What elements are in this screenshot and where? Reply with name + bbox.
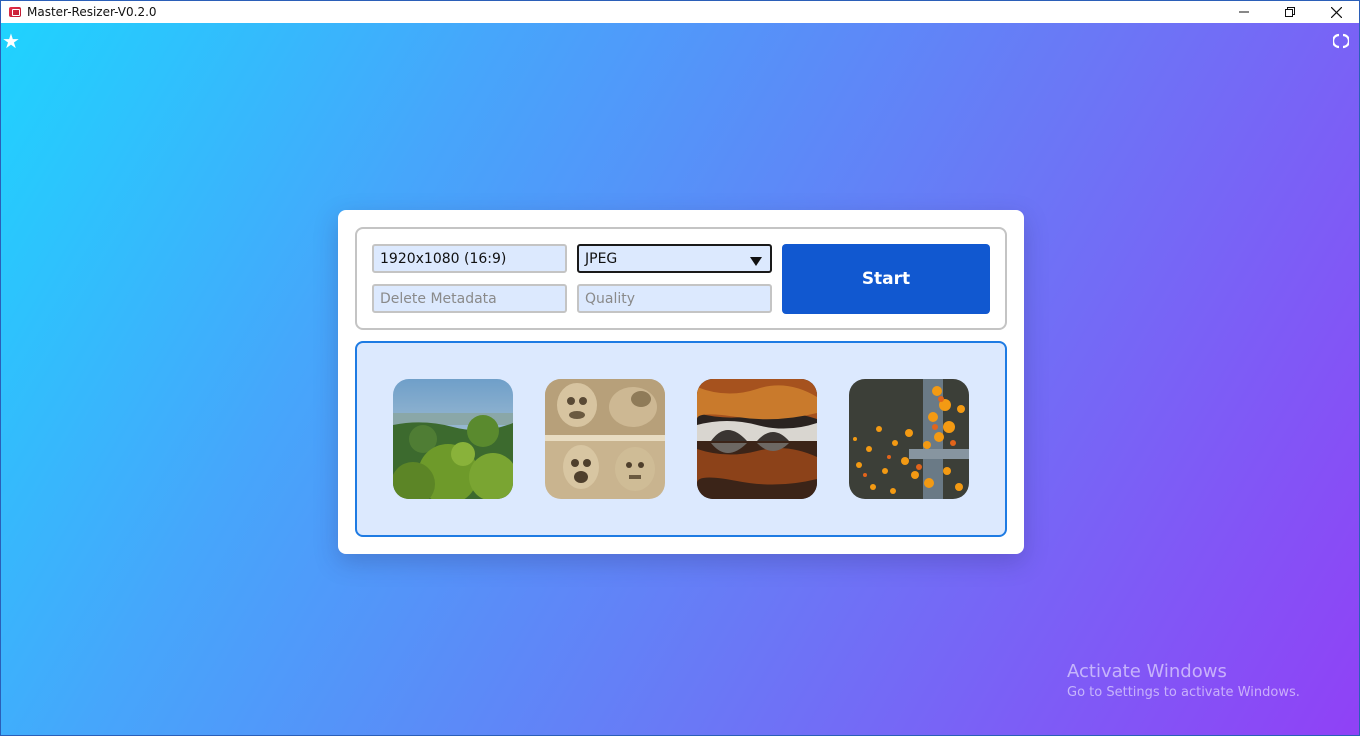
star-icon[interactable]: ★ — [2, 31, 20, 51]
image-thumbnail-bridge[interactable] — [697, 379, 817, 499]
minimize-icon — [1239, 11, 1249, 13]
close-icon — [1330, 6, 1342, 18]
restore-icon — [1285, 7, 1295, 17]
watermark-title: Activate Windows — [1067, 661, 1227, 682]
image-thumbnail-flowers[interactable] — [849, 379, 969, 499]
format-select[interactable]: JPEG — [577, 244, 772, 273]
activation-watermark: Activate Windows Go to Settings to activ… — [1067, 661, 1300, 703]
minimize-button[interactable] — [1221, 1, 1267, 23]
start-button[interactable]: Start — [782, 244, 990, 314]
app-icon — [9, 7, 21, 17]
title-bar: Master-Resizer-V0.2.0 — [1, 1, 1359, 23]
dropdown-arrow-icon — [750, 257, 762, 266]
delete-metadata-field[interactable]: Delete Metadata — [372, 284, 567, 313]
close-button[interactable] — [1313, 1, 1359, 23]
watermark-subtitle: Go to Settings to activate Windows. — [1067, 685, 1300, 700]
image-thumbnail-forest[interactable] — [393, 379, 513, 499]
image-drop-area[interactable] — [355, 341, 1007, 537]
image-thumbnail-carvings[interactable] — [545, 379, 665, 499]
resizer-card: 1920x1080 (16:9) JPEG Delete Metadata Qu… — [338, 210, 1024, 554]
controls-panel: 1920x1080 (16:9) JPEG Delete Metadata Qu… — [355, 227, 1007, 330]
resolution-select[interactable]: 1920x1080 (16:9) — [372, 244, 567, 273]
restore-button[interactable] — [1267, 1, 1313, 23]
app-background: ★ 1920x1080 (16:9) JPEG Delete Metadata … — [1, 23, 1359, 735]
window-title: Master-Resizer-V0.2.0 — [27, 5, 157, 19]
refresh-icon[interactable] — [1331, 32, 1351, 52]
window-controls — [1221, 1, 1359, 23]
quality-input[interactable]: Quality — [577, 284, 772, 313]
format-value: JPEG — [585, 251, 618, 267]
